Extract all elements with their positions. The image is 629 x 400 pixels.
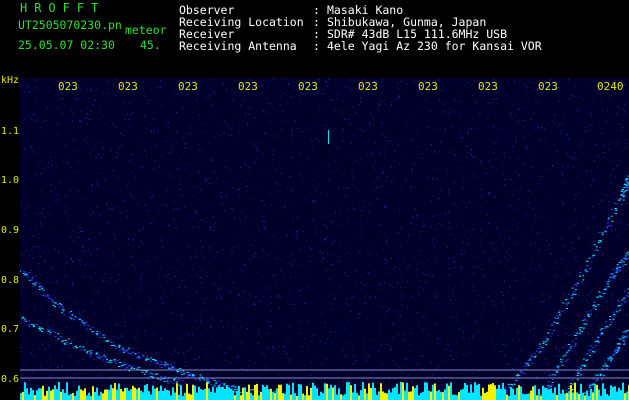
date-time: 25.05.07 02:30 (18, 38, 115, 52)
y-tick-label: 0.7 (1, 324, 20, 335)
x-tick-label: 023 (358, 80, 378, 93)
file-name: UT2505070230.pn (18, 18, 122, 32)
x-tick-label: 023 (58, 80, 78, 93)
y-tick-label: 1.0 (1, 175, 20, 186)
x-tick-label: 023 (298, 80, 318, 93)
y-tick-label: 0.8 (1, 275, 20, 286)
meta-separator: : (313, 39, 320, 53)
x-tick-label: 023 (418, 80, 438, 93)
x-tick-label: 023 (478, 80, 498, 93)
metadata-panel: Observer: Masaki Kano Receiving Location:… (179, 4, 542, 52)
stat-value: 45. (140, 38, 161, 52)
app-title: HROFFT (20, 1, 106, 15)
y-tick-label: 0.6 (1, 374, 20, 385)
x-tick-label: 023 (178, 80, 198, 93)
meteor-echo (328, 130, 329, 144)
frequency-unit-label: kHz (1, 75, 20, 86)
x-tick-label: 023 (118, 80, 138, 93)
spectrogram-canvas (20, 78, 629, 400)
meta-label: Receiving Antenna (179, 39, 297, 53)
x-tick-label: 023 (538, 80, 558, 93)
file-tag: meteor (125, 23, 167, 37)
y-tick-label: 0.9 (1, 225, 20, 236)
meta-value: 4ele Yagi Az 230 for Kansai VOR (327, 39, 542, 53)
x-tick-label: 0240 (597, 80, 624, 93)
y-tick-label: 1.1 (1, 126, 20, 137)
x-tick-label: 023 (238, 80, 258, 93)
spectrogram (20, 78, 629, 400)
meta-row-antenna: Receiving Antenna:4ele Yagi Az 230 for K… (179, 40, 542, 52)
